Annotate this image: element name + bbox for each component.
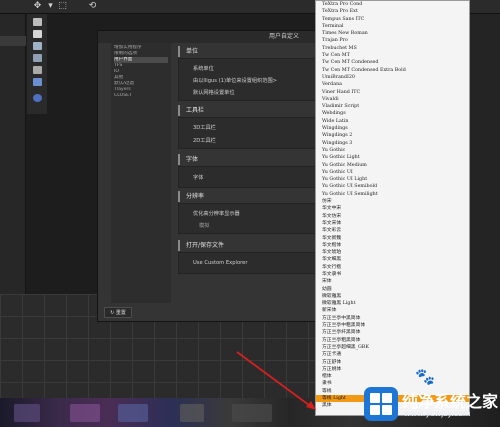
font-item[interactable]: 华文楷体	[316, 242, 469, 249]
avatar-tool-icon[interactable]	[33, 94, 42, 102]
font-item[interactable]: 宋体	[316, 278, 469, 285]
font-item[interactable]: Yu Gothic UI Semilight	[316, 191, 469, 198]
tool-6-icon[interactable]	[33, 78, 42, 86]
tool-2-icon[interactable]	[33, 30, 42, 38]
font-item[interactable]: 微软雅黑 Light	[316, 300, 469, 307]
toolbar-3d-option[interactable]: 3D工具栏	[193, 124, 216, 131]
font-item[interactable]: Yu Gothic UI Semibold	[316, 183, 469, 190]
font-item[interactable]: TeXtra Pro Cond	[316, 1, 469, 8]
move-tool-icon[interactable]: ✥	[33, 2, 42, 11]
font-item[interactable]: Viner Hand ITC	[316, 89, 469, 96]
left-panel	[0, 14, 26, 294]
transform-icon[interactable]: ⟲	[88, 2, 97, 11]
font-dropdown-list[interactable]: TeXtra Pro Cond TeXtra Pro Ext Tempus Sans…	[315, 0, 470, 416]
font-item[interactable]: Tempus Sans ITC	[316, 16, 469, 23]
watermark-url: www.ycwjsy.com	[404, 409, 471, 418]
font-item[interactable]: 华文行楷	[316, 264, 469, 271]
font-item[interactable]: 新宋体	[316, 307, 469, 314]
font-item[interactable]: UmiBrandI20	[316, 74, 469, 81]
font-item[interactable]: Webdings	[316, 110, 469, 117]
font-item[interactable]: Verdana	[316, 81, 469, 88]
font-item[interactable]: Trajan Pro	[316, 37, 469, 44]
font-item[interactable]: Wingdings 3	[316, 140, 469, 147]
font-item[interactable]: 华文宋体	[316, 220, 469, 227]
font-item[interactable]: 华文仿宋	[316, 213, 469, 220]
font-item[interactable]: 方正兰亭中粗黑简体	[316, 322, 469, 329]
font-item[interactable]: 方正兰亭纤黑简体	[316, 329, 469, 336]
font-item[interactable]: 幼圆	[316, 286, 469, 293]
left-panel-tab[interactable]	[0, 36, 26, 46]
units-scope-option[interactable]: 由以lligus (1)单位来设置组织范围>	[193, 77, 277, 84]
taskbar-item[interactable]	[14, 404, 40, 422]
font-item[interactable]: 仿宋	[316, 198, 469, 205]
tool-3-icon[interactable]	[33, 42, 42, 50]
font-item[interactable]: 华文彩云	[316, 227, 469, 234]
windows-logo-icon	[364, 387, 398, 421]
toolbar-2d-option[interactable]: 2D工具栏	[193, 137, 216, 144]
font-item[interactable]: Wide Latin	[316, 118, 469, 125]
font-item[interactable]: 方正兰亭粗黑简体	[316, 337, 469, 344]
font-item[interactable]: Wingdings	[316, 125, 469, 132]
taskbar-item[interactable]	[70, 404, 100, 422]
font-item[interactable]: 华文隶书	[316, 271, 469, 278]
tool-5-icon[interactable]	[33, 66, 42, 74]
category-item[interactable]: CLOSET	[114, 93, 168, 99]
font-item[interactable]: Yu Gothic UI	[316, 169, 469, 176]
taskbar-item[interactable]	[232, 404, 272, 422]
tool-palette	[27, 14, 47, 114]
font-item[interactable]: Terminal	[316, 23, 469, 30]
reset-button[interactable]: ↻ 重置	[104, 307, 132, 318]
font-item[interactable]: 方正兰亭中黑简体	[316, 315, 469, 322]
tool-4-icon[interactable]	[33, 54, 42, 62]
taskbar-item[interactable]	[180, 404, 204, 422]
font-item[interactable]: 方正姚体	[316, 366, 469, 373]
taskbar-item[interactable]	[118, 404, 148, 422]
custom-explorer-option[interactable]: Use Custom Explorer	[193, 260, 247, 266]
system-units-option[interactable]: 系统单位	[193, 65, 214, 72]
font-item[interactable]: 华文新魏	[316, 235, 469, 242]
font-item[interactable]: 方正舒体	[316, 359, 469, 366]
font-item[interactable]: Vladimir Script	[316, 103, 469, 110]
tool-1-icon[interactable]	[33, 18, 42, 26]
font-item[interactable]: 华文琥珀	[316, 249, 469, 256]
font-item[interactable]: Tw Cen MT	[316, 52, 469, 59]
font-item[interactable]: 华文中宋	[316, 205, 469, 212]
right-panel	[470, 14, 500, 399]
font-item[interactable]: Wingdings 2	[316, 132, 469, 139]
hidpi-option[interactable]: 优化高分辨率显示器	[193, 210, 240, 217]
font-item[interactable]: Yu Gothic Medium	[316, 162, 469, 169]
category-list: 增加实用程序 限制的选项 用户界面 TFS IO 其他 默认/过滤 Tlayer…	[111, 43, 171, 303]
watermark: 纯净系统之家 www.ycwjsy.com	[360, 385, 500, 427]
font-item[interactable]: Tw Cen MT Condensed	[316, 59, 469, 66]
dialog-title: 用户自定义	[268, 33, 299, 40]
font-item[interactable]: 华文细黑	[316, 256, 469, 263]
font-item[interactable]: 方正兰亭超细黑_GBK	[316, 344, 469, 351]
font-item[interactable]: Tw Cen MT Condensed Extra Bold	[316, 67, 469, 74]
font-item[interactable]: Trebuchet MS	[316, 45, 469, 52]
font-item[interactable]: 方正卡通	[316, 351, 469, 358]
font-item[interactable]: 楷体	[316, 373, 469, 380]
simulate-option[interactable]: 模拟	[199, 222, 209, 229]
font-item[interactable]: 微软雅黑	[316, 293, 469, 300]
font-item[interactable]: TeXtra Pro Ext	[316, 8, 469, 15]
paw-logo-icon: 🐾	[415, 367, 435, 386]
font-item[interactable]: Yu Gothic Light	[316, 154, 469, 161]
font-item[interactable]: Times New Roman	[316, 30, 469, 37]
font-item[interactable]: Yu Gothic	[316, 147, 469, 154]
grid-units-option[interactable]: 默认网格设置单位	[193, 89, 235, 96]
font-item[interactable]: Yu Gothic UI Light	[316, 176, 469, 183]
font-option[interactable]: 字体	[193, 174, 203, 181]
dropdown-icon[interactable]: ▾	[46, 2, 55, 11]
select-tool-icon[interactable]: ⬚	[58, 2, 67, 11]
font-item[interactable]: Vivaldi	[316, 96, 469, 103]
